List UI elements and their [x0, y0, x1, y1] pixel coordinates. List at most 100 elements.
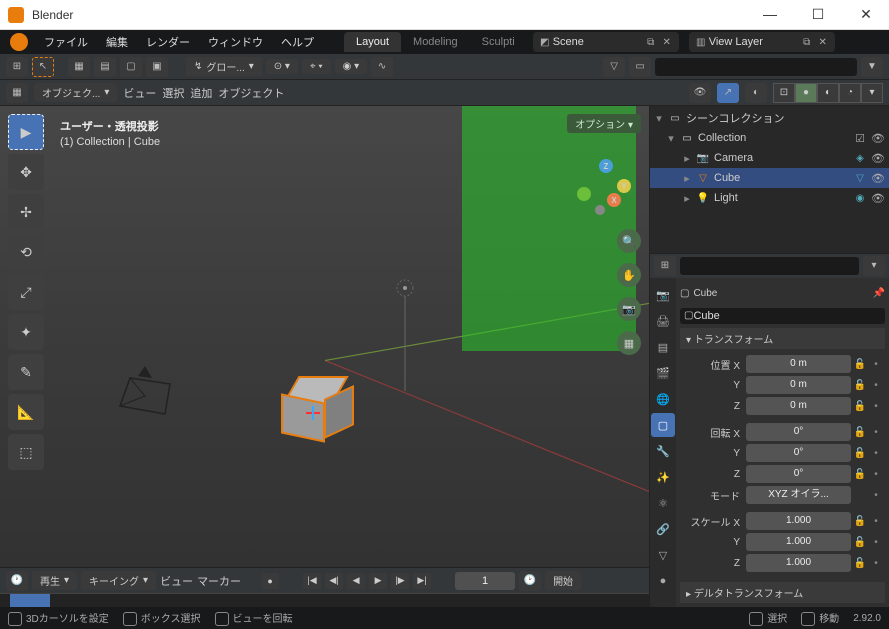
transform-tool[interactable]: ✦: [8, 314, 44, 350]
rotation-y[interactable]: 0°: [746, 444, 851, 462]
rotation-z[interactable]: 0°: [746, 465, 851, 483]
menu-help[interactable]: ヘルプ: [273, 31, 322, 53]
tab-render-icon[interactable]: 📷: [651, 283, 675, 307]
tab-object-icon[interactable]: ▢: [651, 413, 675, 437]
play-icon[interactable]: ▶: [369, 573, 387, 589]
sel-all-icon[interactable]: ▦: [68, 57, 90, 77]
menu-file[interactable]: ファイル: [36, 31, 96, 53]
lock-icon[interactable]: 🔓: [853, 359, 867, 370]
lock-icon[interactable]: 🔓: [853, 558, 867, 569]
new-icon[interactable]: ▭: [629, 57, 651, 77]
tab-particles-icon[interactable]: ✨: [651, 465, 675, 489]
current-frame-input[interactable]: [455, 572, 515, 590]
scale-tool[interactable]: ⤢: [8, 274, 44, 310]
delete-icon[interactable]: ✕: [815, 34, 831, 50]
gizmo-toggle-icon[interactable]: ↗: [717, 83, 739, 103]
eye-icon[interactable]: 👁: [871, 132, 885, 145]
outliner-search-top[interactable]: [655, 58, 857, 76]
object-name-field[interactable]: ▢: [680, 308, 885, 324]
add-cube-tool[interactable]: ⬚: [8, 434, 44, 470]
tab-viewlayer-icon[interactable]: ▤: [651, 335, 675, 359]
annotate-tool[interactable]: ✎: [8, 354, 44, 390]
eye-icon[interactable]: 👁: [871, 172, 885, 185]
cube-object[interactable]: [280, 376, 340, 436]
transform-panel-header[interactable]: ▾ トランスフォーム: [680, 328, 885, 349]
copy-icon[interactable]: ⧉: [799, 34, 815, 50]
visibility-icon[interactable]: 👁: [689, 83, 711, 103]
add-menu[interactable]: 追加: [190, 85, 212, 101]
shading-solid-icon[interactable]: ●: [795, 83, 817, 103]
object-name-input[interactable]: [693, 310, 881, 322]
clock-icon[interactable]: 🕑: [519, 571, 541, 591]
timeline-view[interactable]: ビュー: [160, 573, 193, 589]
play-rev-icon[interactable]: ◀: [347, 573, 365, 589]
cursor-tool[interactable]: ✥: [8, 154, 44, 190]
sel-none-icon[interactable]: ▢: [120, 57, 142, 77]
eye-icon[interactable]: 👁: [871, 192, 885, 205]
rotation-x[interactable]: 0°: [746, 423, 851, 441]
timeline-playhead[interactable]: [10, 594, 50, 607]
proportional-dropdown[interactable]: ◉ ▾: [335, 59, 368, 74]
options-dropdown[interactable]: オプション ▾: [567, 114, 641, 133]
breadcrumb-item[interactable]: Cube: [693, 288, 717, 299]
location-y[interactable]: 0 m: [746, 376, 851, 394]
tab-data-icon[interactable]: ▽: [651, 543, 675, 567]
jump-start-icon[interactable]: |◀: [303, 573, 321, 589]
nav-z-axis[interactable]: Z: [599, 159, 613, 173]
shading-dropdown-icon[interactable]: ▾: [861, 83, 883, 103]
lock-icon[interactable]: 🔓: [853, 448, 867, 459]
timeline-editor-icon[interactable]: 🕐: [6, 571, 28, 591]
autokey-icon[interactable]: ●: [261, 573, 279, 589]
object-menu[interactable]: オブジェクト: [218, 85, 284, 101]
orientation-dropdown[interactable]: ↯ グロー... ▾: [186, 57, 262, 76]
start-frame[interactable]: 開始: [545, 571, 581, 590]
menu-render[interactable]: レンダー: [138, 31, 198, 53]
nav-gizmo[interactable]: Y X Z: [577, 159, 637, 219]
pivot-dropdown[interactable]: ⊙ ▾: [266, 59, 298, 74]
sel-inter-icon[interactable]: ▣: [146, 57, 168, 77]
outliner-collection[interactable]: ▾▭ Collection ☑👁: [650, 128, 889, 148]
select-box-tool[interactable]: ▶: [8, 114, 44, 150]
pan-button[interactable]: ✋: [617, 263, 641, 287]
lock-icon[interactable]: 🔓: [853, 380, 867, 391]
outliner-scene-collection[interactable]: ▾▭ シーンコレクション: [650, 108, 889, 128]
menu-edit[interactable]: 編集: [98, 31, 136, 53]
minimize-button[interactable]: —: [755, 6, 785, 23]
measure-tool[interactable]: 📐: [8, 394, 44, 430]
shading-matprev-icon[interactable]: ◐: [817, 83, 839, 103]
tab-sculpting[interactable]: Sculpti: [470, 32, 527, 52]
scale-z[interactable]: 1.000: [746, 554, 851, 572]
tab-constraints-icon[interactable]: 🔗: [651, 517, 675, 541]
editor-type-icon[interactable]: ⊞: [6, 57, 28, 77]
keying-dropdown[interactable]: キーイング ▾: [81, 571, 156, 590]
tab-scene-icon[interactable]: 🎬: [651, 361, 675, 385]
copy-icon[interactable]: ⧉: [643, 34, 659, 50]
scale-x[interactable]: 1.000: [746, 512, 851, 530]
props-search[interactable]: [680, 257, 859, 275]
cursor-tool-icon[interactable]: ↖: [32, 57, 54, 77]
menu-window[interactable]: ウィンドウ: [200, 31, 271, 53]
select-menu[interactable]: 選択: [162, 85, 184, 101]
viewlayer-field[interactable]: ▥ ⧉ ✕: [689, 32, 835, 52]
tab-modifiers-icon[interactable]: 🔧: [651, 439, 675, 463]
tab-layout[interactable]: Layout: [344, 32, 401, 52]
location-x[interactable]: 0 m: [746, 355, 851, 373]
shading-wire-icon[interactable]: ⊡: [773, 83, 795, 103]
editor-icon[interactable]: ▦: [6, 83, 28, 103]
outliner-cube[interactable]: ▸▽ Cube ▽ 👁: [650, 168, 889, 188]
tab-output-icon[interactable]: 🖨: [651, 309, 675, 333]
curve-icon[interactable]: ∿: [371, 57, 393, 77]
nav-x-axis[interactable]: X: [607, 193, 621, 207]
camera-object[interactable]: [110, 366, 180, 416]
outliner-light[interactable]: ▸💡 Light ◉ 👁: [650, 188, 889, 208]
lock-icon[interactable]: 🔓: [853, 516, 867, 527]
props-editor-icon[interactable]: ⊞: [654, 256, 676, 276]
tab-physics-icon[interactable]: ⚛: [651, 491, 675, 515]
light-object[interactable]: [390, 276, 420, 396]
zoom-button[interactable]: 🔍: [617, 229, 641, 253]
snap-dropdown[interactable]: ⌖ ▾: [302, 59, 331, 74]
lock-icon[interactable]: 🔓: [853, 401, 867, 412]
lock-icon[interactable]: 🔓: [853, 427, 867, 438]
rotate-tool[interactable]: ⟲: [8, 234, 44, 270]
location-z[interactable]: 0 m: [746, 397, 851, 415]
